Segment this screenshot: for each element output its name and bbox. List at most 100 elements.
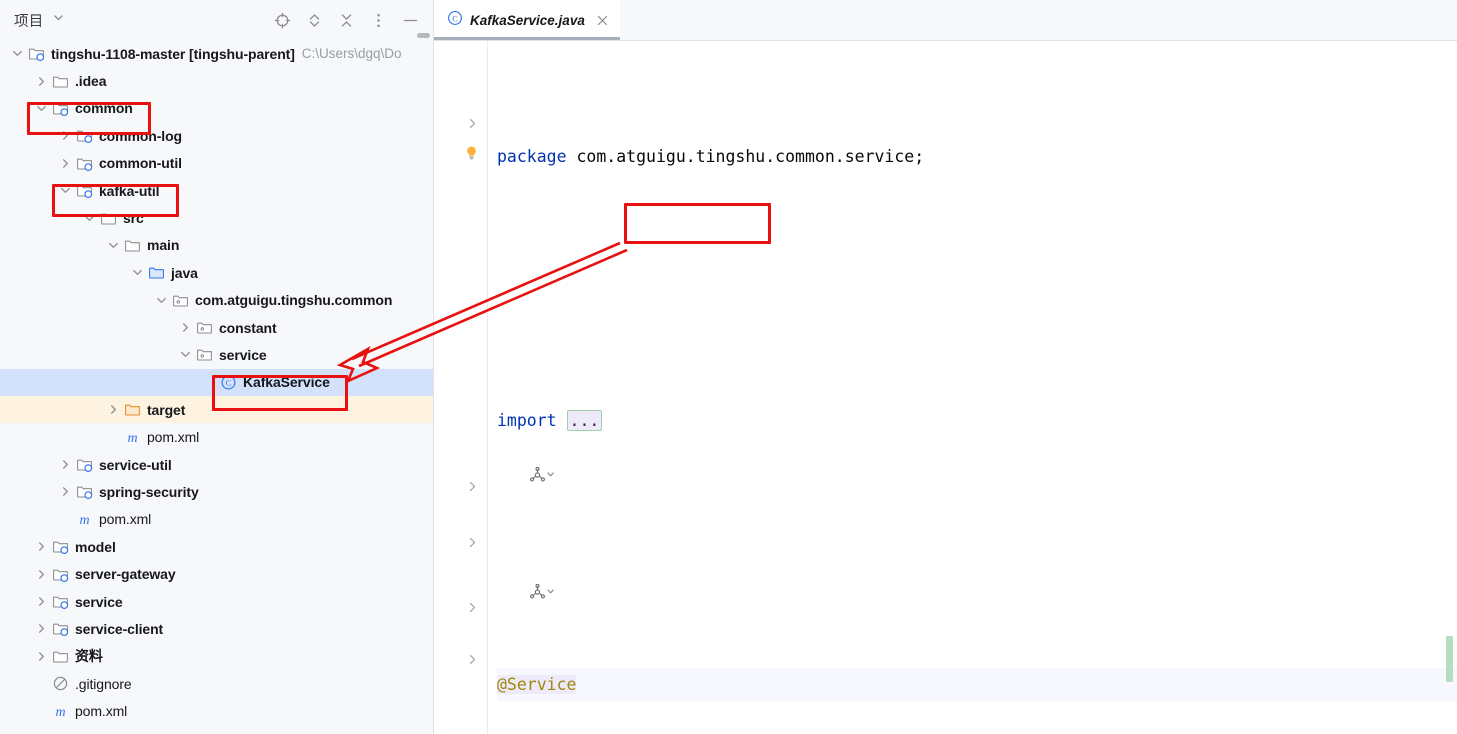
tree-row-java[interactable]: java <box>0 259 433 286</box>
chevron-right-icon[interactable] <box>32 566 50 582</box>
tree-row-common[interactable]: common <box>0 95 433 122</box>
fold-arrow-icon[interactable] <box>464 478 480 494</box>
fold-arrow-icon[interactable] <box>464 651 480 667</box>
tree-row-service[interactable]: service <box>0 588 433 615</box>
import-fold-placeholder[interactable]: ... <box>566 410 603 431</box>
tree-row-server-gateway[interactable]: server-gateway <box>0 560 433 587</box>
tree-row-target[interactable]: target <box>0 396 433 424</box>
tree-row-service[interactable]: service <box>0 341 433 368</box>
minimize-icon[interactable] <box>401 11 419 29</box>
chevron-right-icon[interactable] <box>56 484 74 500</box>
more-options-icon[interactable] <box>369 11 387 29</box>
tree-row-kafkaservice[interactable]: C KafkaService <box>0 368 433 397</box>
tree-item-label: service-client <box>75 620 164 637</box>
select-opened-file-icon[interactable] <box>273 11 291 29</box>
kafka-producer-gutter-icon-1[interactable] <box>530 466 558 488</box>
maven-icon: m <box>74 510 94 528</box>
chevron-right-icon[interactable] <box>32 73 50 89</box>
project-panel-header: 项目 <box>0 0 433 40</box>
chevron-right-icon[interactable] <box>104 402 122 418</box>
gitignore-icon <box>50 675 70 693</box>
expand-collapse-icon[interactable] <box>305 11 323 29</box>
svg-text:m: m <box>79 513 89 528</box>
chevron-down-icon[interactable] <box>152 292 170 308</box>
tree-item-label: src <box>123 210 144 227</box>
chevron-down-icon[interactable] <box>176 347 194 363</box>
chevron-down-icon[interactable] <box>32 100 50 116</box>
tree-row-kafka-util[interactable]: kafka-util <box>0 177 433 204</box>
tree-item-label: service <box>75 593 123 610</box>
tree-row-[interactable]: 资料 <box>0 643 433 670</box>
code-content[interactable]: package com.atguigu.tingshu.common.servi… <box>488 41 1457 734</box>
tree-row-pom-xml[interactable]: m pom.xml <box>0 506 433 533</box>
tree-item-label: .gitignore <box>75 675 132 692</box>
chevron-down-icon[interactable] <box>52 11 65 29</box>
chevron-right-icon[interactable] <box>32 594 50 610</box>
tree-row-common-util[interactable]: common-util <box>0 150 433 177</box>
collapse-all-icon[interactable] <box>337 11 355 29</box>
kafka-producer-gutter-icon-2[interactable] <box>530 583 558 605</box>
tree-row-model[interactable]: model <box>0 533 433 560</box>
module-icon <box>50 565 70 583</box>
java-class-icon: C <box>218 373 238 391</box>
tree-item-label: common <box>75 100 133 117</box>
fold-arrow-icon[interactable] <box>464 115 480 131</box>
tree-item-label: pom.xml <box>147 429 200 446</box>
maven-icon: m <box>122 428 142 446</box>
tree-item-label: common-util <box>99 155 182 172</box>
chevron-right-icon[interactable] <box>56 128 74 144</box>
folder-icon <box>122 236 142 254</box>
tree-row-pom-xml[interactable]: m pom.xml <box>0 697 433 724</box>
package-name: com.atguigu.tingshu.common.service; <box>576 147 925 166</box>
tree-item-label: constant <box>219 319 277 336</box>
chevron-right-icon[interactable] <box>32 539 50 555</box>
tree-row-pom-xml[interactable]: m pom.xml <box>0 423 433 450</box>
fold-arrow-icon[interactable] <box>464 599 480 615</box>
chevron-down-icon[interactable] <box>8 46 26 62</box>
chevron-right-icon[interactable] <box>32 621 50 637</box>
chevron-down-icon[interactable] <box>128 265 146 281</box>
idea-window: 项目 tingshu-1108-master [tingshu-parent] … <box>0 0 1457 734</box>
chevron-right-icon[interactable] <box>56 457 74 473</box>
kw-package: package <box>497 147 567 166</box>
project-tree[interactable]: tingshu-1108-master [tingshu-parent] C:\U… <box>0 40 433 734</box>
editor-tab-kafkaservice[interactable]: C KafkaService.java <box>434 0 620 40</box>
tree-row-tingshu-1108-master-tingshu-parent[interactable]: tingshu-1108-master [tingshu-parent] C:\U… <box>0 40 433 67</box>
tree-row-com-atguigu-tingshu-common[interactable]: com.atguigu.tingshu.common <box>0 287 433 314</box>
folder-icon <box>50 72 70 90</box>
fold-arrow-icon[interactable] <box>464 534 480 550</box>
chevron-down-icon[interactable] <box>56 183 74 199</box>
tree-row-constant[interactable]: constant <box>0 314 433 341</box>
kw-import: import <box>497 411 557 430</box>
editor-gutter[interactable] <box>434 41 487 734</box>
intention-bulb-icon[interactable] <box>463 145 481 163</box>
chevron-down-icon[interactable] <box>104 237 122 253</box>
chevron-right-icon[interactable] <box>176 320 194 336</box>
module-icon <box>74 127 94 145</box>
chevron-right-icon[interactable] <box>56 155 74 171</box>
project-panel-title: 项目 <box>14 13 44 30</box>
tree-row-gitignore[interactable]: .gitignore <box>0 670 433 697</box>
tree-item-label: main <box>147 237 180 254</box>
module-icon <box>50 99 70 117</box>
tree-row-common-log[interactable]: common-log <box>0 122 433 149</box>
package-icon <box>194 346 214 364</box>
tree-row-main[interactable]: main <box>0 232 433 259</box>
code-editor[interactable]: package com.atguigu.tingshu.common.servi… <box>434 41 1457 734</box>
tree-row-spring-security[interactable]: spring-security <box>0 478 433 505</box>
tree-item-label: pom.xml <box>75 703 128 720</box>
tree-row-service-util[interactable]: service-util <box>0 451 433 478</box>
tree-row-src[interactable]: src <box>0 204 433 231</box>
tree-horizontal-scrollbar-thumb[interactable] <box>417 33 430 38</box>
tree-item-label: tingshu-1108-master [tingshu-parent] <box>51 45 295 62</box>
error-stripe-marker[interactable] <box>1446 636 1453 682</box>
chevron-down-icon[interactable] <box>80 210 98 226</box>
close-icon[interactable] <box>595 13 610 28</box>
target-folder-icon <box>122 401 142 419</box>
chevron-right-icon[interactable] <box>32 648 50 664</box>
tree-row-service-client[interactable]: service-client <box>0 615 433 642</box>
svg-text:m: m <box>55 705 65 720</box>
project-tool-window: 项目 tingshu-1108-master [tingshu-parent] … <box>0 0 434 734</box>
svg-text:m: m <box>127 431 137 446</box>
tree-row-idea[interactable]: .idea <box>0 67 433 94</box>
